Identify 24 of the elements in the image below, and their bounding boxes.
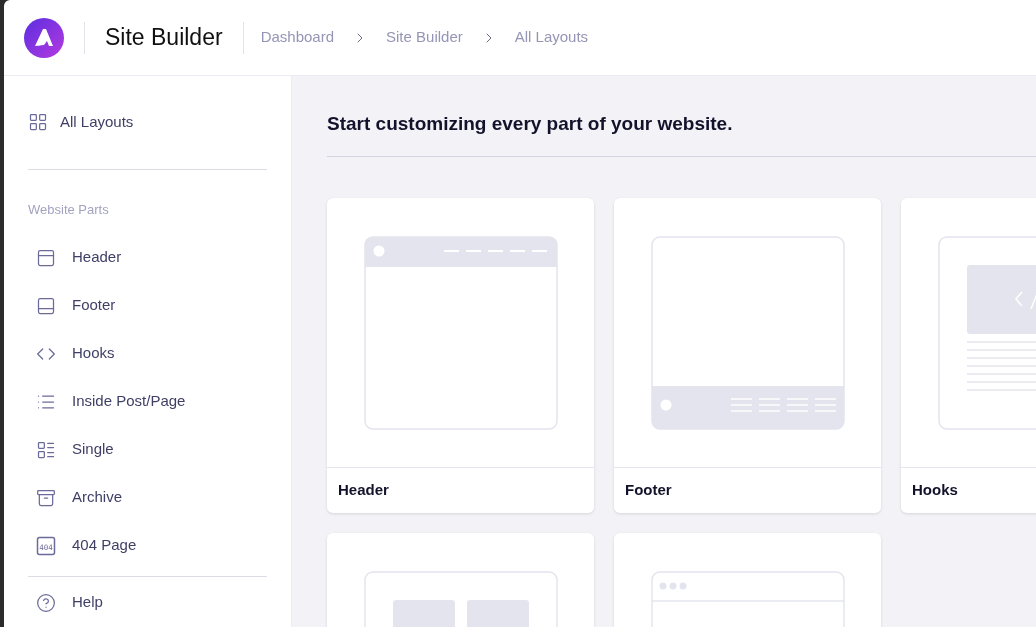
card-title: Header	[338, 480, 389, 501]
card-title: Footer	[625, 480, 672, 501]
section-title: Website Parts	[28, 201, 110, 219]
sidebar-item[interactable]: Single	[28, 425, 267, 474]
layout-card[interactable]: Footer	[614, 198, 881, 513]
panel-bottom-icon	[36, 295, 56, 316]
panel-top-icon	[36, 247, 56, 268]
grid-icon	[28, 112, 48, 132]
sidebar-item[interactable]: Inside Post/Page	[28, 377, 267, 426]
card-title: Hooks	[912, 480, 958, 501]
sidebar-item[interactable]: All Layouts	[28, 98, 267, 146]
page-heading: Start customizing every part of your website.	[327, 112, 734, 135]
sidebar-item[interactable]: Footer	[28, 281, 267, 330]
sidebar-item[interactable]: Header	[28, 233, 267, 282]
sidebar-item[interactable]: Archive	[28, 473, 267, 522]
layout-card[interactable]: Hooks	[901, 198, 1036, 513]
logo-icon	[24, 17, 64, 58]
help-icon	[36, 592, 56, 613]
layout-list-icon	[36, 439, 56, 460]
layout-card[interactable]: Header	[327, 198, 594, 513]
sidebar-item[interactable]: Hooks	[28, 329, 267, 378]
archive-icon	[36, 487, 56, 508]
sidebar-item[interactable]: Help	[28, 578, 267, 627]
app-title: Site Builder	[105, 23, 223, 53]
